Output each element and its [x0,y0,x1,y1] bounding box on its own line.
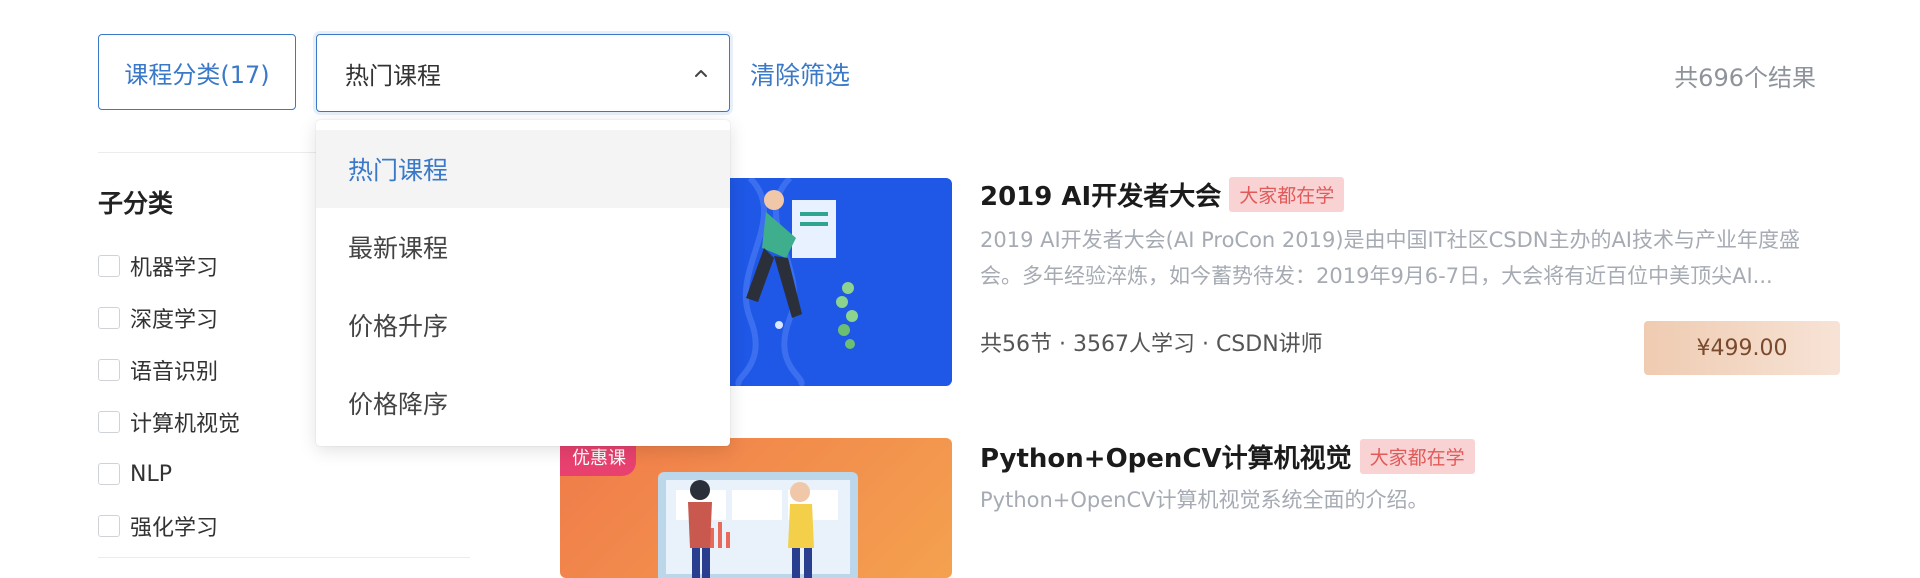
checkbox[interactable] [98,515,120,537]
course-title-text: Python+OpenCV计算机视觉 [980,444,1352,474]
sidebar-title: 子分类 [98,189,174,218]
course-title-1[interactable]: 2019 AI开发者大会 大家都在学 [980,176,1345,213]
course-category-button[interactable]: 课程分类(17) [98,34,296,110]
sort-select-value: 热门课程 [345,61,441,90]
course-description-1: 2019 AI开发者大会(AI ProCon 2019)是由中国IT社区CSDN… [980,222,1840,294]
subcategory-label: 计算机视觉 [130,412,241,437]
course-title-2[interactable]: Python+OpenCV计算机视觉 大家都在学 [980,438,1475,475]
subcategory-list: 机器学习 深度学习 语音识别 计算机视觉 NLP 强化学习 [98,240,240,552]
sidebar-divider-bottom [98,557,470,558]
sort-option-price-asc[interactable]: 价格升序 [316,286,730,364]
course-description-line: Python+OpenCV计算机视觉系统全面的介绍。 [980,488,1429,512]
checkbox[interactable] [98,411,120,433]
subcategory-label: 机器学习 [130,256,219,281]
subcategory-label: 强化学习 [130,516,219,541]
sort-option-hot[interactable]: 热门课程 [316,130,730,208]
subcategory-label: 深度学习 [130,308,219,333]
subcategory-item-speech[interactable]: 语音识别 [98,344,240,396]
checkbox[interactable] [98,307,120,329]
chevron-up-icon [695,70,707,77]
price-label: ¥499.00 [1696,335,1788,361]
checkbox[interactable] [98,255,120,277]
course-category-label: 课程分类(17) [124,60,270,89]
sort-option-newest[interactable]: 最新课程 [316,208,730,286]
subcategory-item-cv[interactable]: 计算机视觉 [98,396,240,448]
course-meta-1: 共56节 · 3567人学习 · CSDN讲师 [980,332,1323,357]
subcategory-label: 语音识别 [130,360,219,385]
course-title-text: 2019 AI开发者大会 [980,182,1222,212]
checkbox[interactable] [98,359,120,381]
subcategory-label: NLP [130,461,172,487]
checkbox[interactable] [98,463,120,485]
sort-dropdown-menu: 热门课程 最新课程 价格升序 价格降序 [316,120,730,446]
course-description-line: 会。多年经验淬炼，如今蓄势待发：2019年9月6-7日，大会将有近百位中美顶尖A… [980,264,1773,288]
sort-option-price-desc[interactable]: 价格降序 [316,364,730,442]
subcategory-item-dl[interactable]: 深度学习 [98,292,240,344]
price-button[interactable]: ¥499.00 [1644,321,1840,375]
course-thumbnail-2[interactable]: 优惠课 [560,438,952,578]
popular-badge: 大家都在学 [1229,177,1345,212]
popular-badge: 大家都在学 [1359,439,1475,474]
result-count: 共696个结果 [1674,64,1816,92]
subcategory-item-nlp[interactable]: NLP [98,448,240,500]
subcategory-item-rl[interactable]: 强化学习 [98,500,240,552]
subcategory-item-ml[interactable]: 机器学习 [98,240,240,292]
sort-select[interactable]: 热门课程 [316,34,730,112]
course-description-2: Python+OpenCV计算机视觉系统全面的介绍。 [980,482,1840,518]
clear-filter-link[interactable]: 清除筛选 [750,56,850,92]
course-description-line: 2019 AI开发者大会(AI ProCon 2019)是由中国IT社区CSDN… [980,228,1801,252]
